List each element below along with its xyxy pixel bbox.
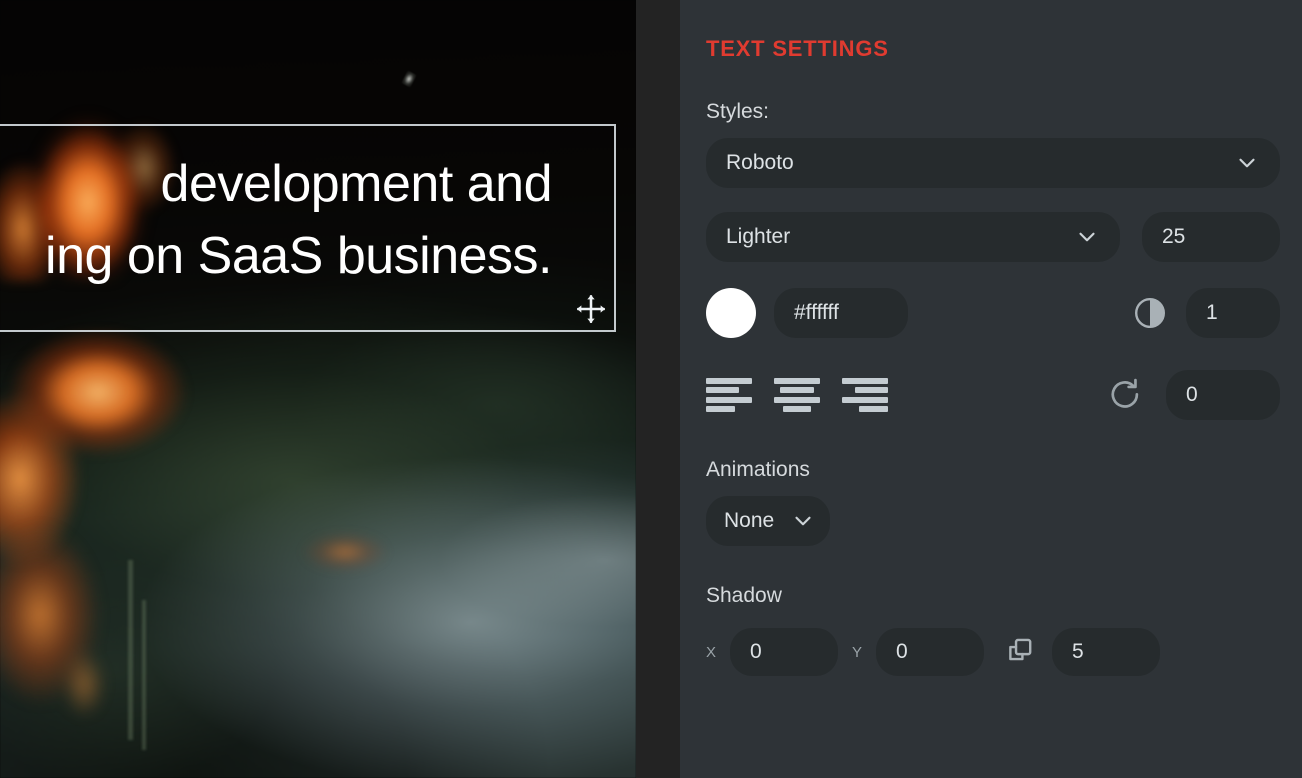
- animation-value: None: [724, 509, 775, 532]
- font-family-select[interactable]: Roboto: [706, 138, 1280, 188]
- font-size-input[interactable]: 25: [1142, 212, 1280, 262]
- font-weight-value: Lighter: [726, 225, 791, 248]
- shadow-offset-y-value: 0: [896, 640, 908, 663]
- flame-decoration: [0, 500, 140, 730]
- shadow-offset-y-label: Y: [852, 643, 863, 661]
- align-right-icon[interactable]: [842, 378, 888, 412]
- chevron-down-icon: [1079, 232, 1095, 242]
- video-text-editor: development and ing on SaaS business. TE…: [0, 0, 1302, 778]
- rotation-value: 0: [1186, 383, 1198, 406]
- shadow-offset-y-input[interactable]: 0: [876, 628, 985, 676]
- panel-divider: [636, 0, 680, 778]
- grass-decoration: [128, 560, 133, 740]
- align-left-icon[interactable]: [706, 378, 752, 412]
- color-swatch[interactable]: [706, 288, 756, 338]
- shadow-label: Shadow: [706, 584, 782, 607]
- font-weight-size-row: Lighter 25: [706, 212, 1280, 262]
- shadow-controls-row: X 0 Y 0 5: [706, 628, 1280, 676]
- text-overlay-selection-box[interactable]: development and ing on SaaS business.: [0, 124, 616, 332]
- text-overlay-content[interactable]: development and ing on SaaS business.: [6, 148, 606, 292]
- grass-decoration: [142, 600, 146, 750]
- text-settings-panel: TEXT SETTINGS Styles: Roboto Lighter 25: [680, 0, 1302, 778]
- align-center-icon[interactable]: [774, 378, 820, 412]
- font-weight-select[interactable]: Lighter: [706, 212, 1120, 262]
- alignment-rotation-row: 0: [706, 370, 1280, 420]
- opacity-value: 1: [1206, 301, 1218, 324]
- video-preview-canvas[interactable]: development and ing on SaaS business.: [0, 0, 636, 778]
- font-size-value: 25: [1162, 225, 1186, 248]
- panel-title: TEXT SETTINGS: [706, 36, 889, 61]
- contrast-icon[interactable]: [1132, 295, 1168, 331]
- shadow-offset-x-label: X: [706, 643, 717, 661]
- color-hex-input[interactable]: #ffffff: [774, 288, 908, 338]
- animation-select[interactable]: None: [706, 496, 830, 546]
- blur-icon[interactable]: [1004, 635, 1038, 669]
- shadow-offset-x-input[interactable]: 0: [730, 628, 839, 676]
- shadow-blur-value: 5: [1072, 640, 1084, 663]
- color-opacity-row: #ffffff 1: [706, 288, 1280, 338]
- ember-decoration: [300, 530, 390, 574]
- chevron-down-icon: [1239, 158, 1255, 168]
- chevron-down-icon: [795, 516, 811, 526]
- shadow-blur-input[interactable]: 5: [1052, 628, 1161, 676]
- animations-label: Animations: [706, 458, 810, 481]
- rotation-input[interactable]: 0: [1166, 370, 1280, 420]
- shadow-offset-x-value: 0: [750, 640, 762, 663]
- color-hex-value: #ffffff: [794, 301, 839, 324]
- font-family-value: Roboto: [726, 151, 794, 174]
- styles-label: Styles:: [706, 100, 770, 123]
- opacity-input[interactable]: 1: [1186, 288, 1280, 338]
- move-handle-icon[interactable]: [574, 292, 608, 326]
- rotate-icon[interactable]: [1106, 376, 1144, 414]
